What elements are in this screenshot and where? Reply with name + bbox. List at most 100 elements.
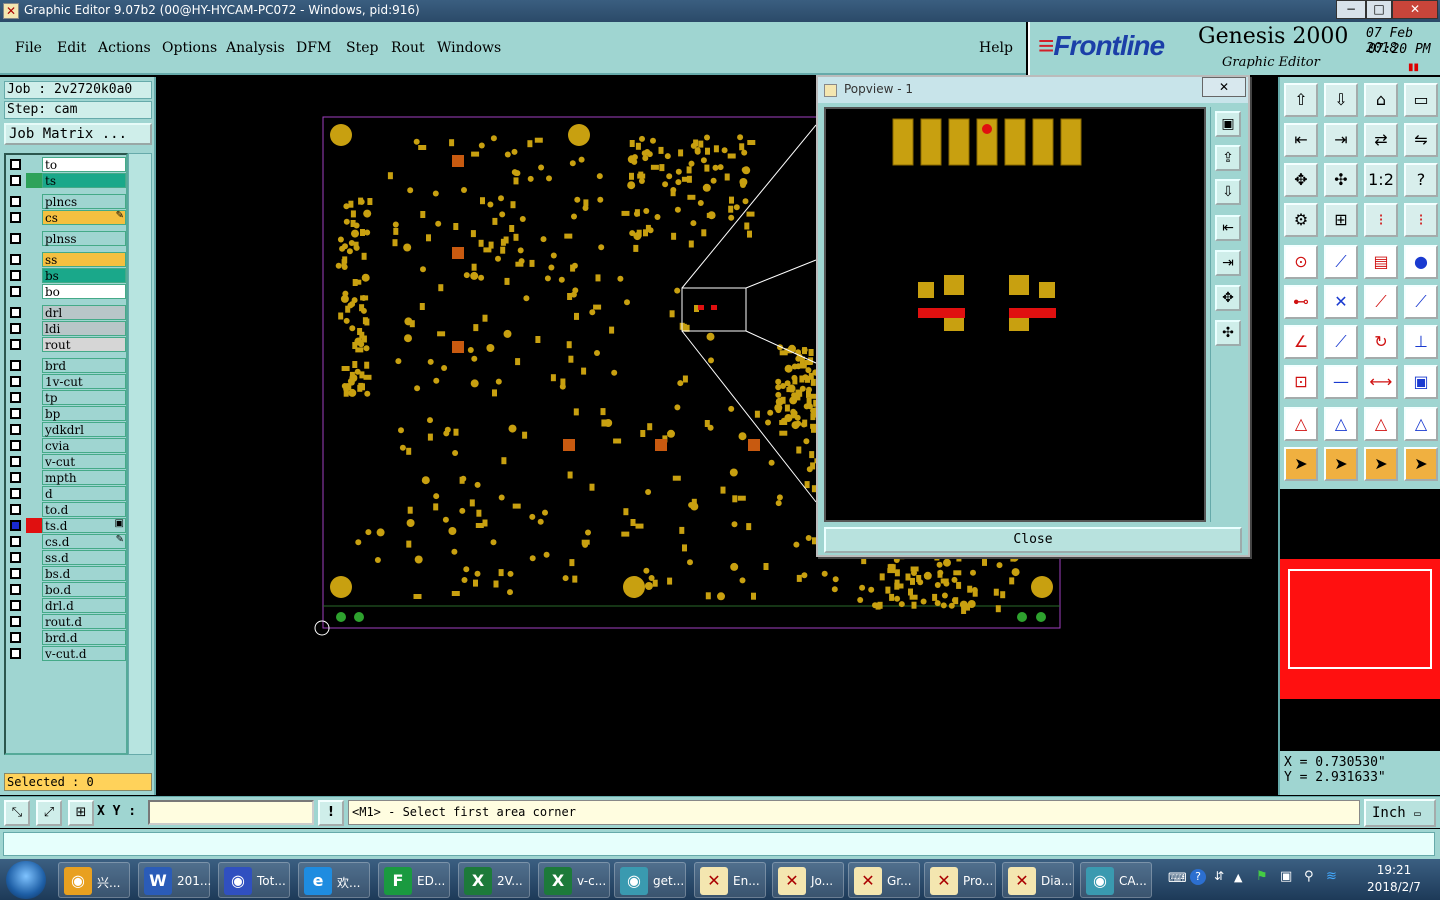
maximize-button[interactable]: □ (1366, 0, 1392, 19)
taskbar-task[interactable]: ◉ Tot... (218, 862, 290, 898)
taskbar-task[interactable]: ✕ Gr... (848, 862, 920, 898)
layer-row-ldi[interactable]: ldi (8, 321, 126, 336)
pointer-icon[interactable]: ➤ (1324, 447, 1358, 481)
layer-row-v-cut[interactable]: v-cut (8, 454, 126, 469)
layer-row-drl[interactable]: drl (8, 305, 126, 320)
align-icon[interactable]: ⇋ (1404, 123, 1438, 157)
layer-row-d[interactable]: d (8, 486, 126, 501)
move-right-icon[interactable]: ⇥ (1324, 123, 1358, 157)
layer-row-mpth[interactable]: mpth (8, 470, 126, 485)
layer-row-tp[interactable]: tp (8, 390, 126, 405)
popview-canvas[interactable] (824, 107, 1206, 522)
layer-row-rout.d[interactable]: rout.d (8, 614, 126, 629)
layer-checkbox[interactable] (10, 520, 21, 531)
layer-name[interactable]: to (42, 157, 126, 172)
taskbar-task[interactable]: X 2V... (458, 862, 530, 898)
layer-checkbox[interactable] (10, 568, 21, 579)
layer-name[interactable]: brd (42, 358, 126, 373)
layer-checkbox[interactable] (10, 175, 21, 186)
layer-row-brd.d[interactable]: brd.d (8, 630, 126, 645)
rotate-icon[interactable]: ↻ (1364, 325, 1398, 359)
layer-name[interactable]: tp (42, 390, 126, 405)
layer-checkbox[interactable] (10, 648, 21, 659)
pin-icon[interactable]: ⇵ (1214, 869, 1224, 883)
split-icon[interactable]: ⊥ (1404, 325, 1438, 359)
layer-name[interactable]: ss.d (42, 550, 126, 565)
taskbar-task[interactable]: F ED... (378, 862, 450, 898)
layer-name[interactable]: ydkdrl (42, 422, 126, 437)
cross-icon[interactable]: ✕ (1324, 285, 1358, 319)
warning-icon[interactable]: ! (318, 800, 344, 826)
layer-row-to[interactable]: to (8, 157, 126, 172)
layer-name[interactable]: v-cut.d (42, 646, 126, 661)
popview-tool-icon[interactable]: ⇪ (1215, 145, 1241, 171)
help-icon[interactable]: ? (1404, 163, 1438, 197)
layer-row-bs[interactable]: bs (8, 268, 126, 283)
grid-icon[interactable]: ⊞ (68, 800, 94, 826)
menu-rout[interactable]: Rout (391, 40, 425, 56)
taskbar-task[interactable]: Xv-c... (538, 862, 610, 898)
move-up-icon[interactable]: ⇧ (1284, 83, 1318, 117)
layer-name[interactable]: drl.d (42, 598, 126, 613)
taskbar-task[interactable]: ✕ En... (694, 862, 766, 898)
layer-row-ts[interactable]: ts (8, 173, 126, 188)
layer-checkbox[interactable] (10, 159, 21, 170)
diagonal-icon[interactable]: ⟋ (1324, 325, 1358, 359)
layer-name[interactable]: rout.d (42, 614, 126, 629)
layer-checkbox[interactable] (10, 212, 21, 223)
layer-checkbox[interactable] (10, 504, 21, 515)
layer-checkbox[interactable] (10, 196, 21, 207)
layer-name[interactable]: mpth (42, 470, 126, 485)
job-matrix-button[interactable]: Job Matrix ... (4, 123, 152, 145)
menu-step[interactable]: Step (346, 40, 378, 56)
popview-tool-icon[interactable]: ⇥ (1215, 250, 1241, 276)
layer-row-bo.d[interactable]: bo.d (8, 582, 126, 597)
layer-checkbox[interactable] (10, 488, 21, 499)
layer-checkbox[interactable] (10, 632, 21, 643)
layer-row-cvia[interactable]: cvia (8, 438, 126, 453)
connect-icon[interactable]: ⊷ (1284, 285, 1318, 319)
display-icon[interactable]: ▣ (1280, 869, 1292, 884)
layer-row-plncs[interactable]: plncs (8, 194, 126, 209)
taskbar-task[interactable]: ◉ CA... (1080, 862, 1152, 898)
layer-row-cs.d[interactable]: cs.d ✎ (8, 534, 126, 549)
layer-row-ss.d[interactable]: ss.d (8, 550, 126, 565)
layer-checkbox[interactable] (10, 536, 21, 547)
layer-checkbox[interactable] (10, 286, 21, 297)
layer-checkbox[interactable] (10, 552, 21, 563)
layer-checkbox[interactable] (10, 616, 21, 627)
line-icon[interactable]: ⟋ (1364, 285, 1398, 319)
pan-icon[interactable]: ✣ (1324, 163, 1358, 197)
layer-name[interactable]: brd.d (42, 630, 126, 645)
layer-row-1v-cut[interactable]: 1v-cut (8, 374, 126, 389)
layer-name[interactable]: rout (42, 337, 126, 352)
layer-checkbox[interactable] (10, 339, 21, 350)
taskbar-task[interactable]: ◉ get... (614, 862, 686, 898)
layer-checkbox[interactable] (10, 424, 21, 435)
taskbar-task[interactable]: e 欢... (298, 862, 370, 898)
move-left-icon[interactable]: ⇤ (1284, 123, 1318, 157)
horizontal-line-icon[interactable]: — (1324, 365, 1358, 399)
overview-map[interactable] (1280, 489, 1440, 751)
help-icon[interactable]: ? (1190, 869, 1206, 885)
overview-viewport[interactable] (1288, 569, 1432, 669)
layer-row-ts.d[interactable]: ts.d ▣ (8, 518, 126, 533)
layer-row-rout[interactable]: rout (8, 337, 126, 352)
units-dropdown[interactable]: Inch ▭ (1364, 799, 1436, 827)
menu-edit[interactable]: Edit (57, 40, 86, 56)
line-icon[interactable]: ⟋ (1404, 285, 1438, 319)
layer-row-ydkdrl[interactable]: ydkdrl (8, 422, 126, 437)
layer-row-bo[interactable]: bo (8, 284, 126, 299)
layer-name[interactable]: bp (42, 406, 126, 421)
minimize-button[interactable]: − (1336, 0, 1366, 19)
taskbar-task[interactable]: ✕ Dia... (1002, 862, 1074, 898)
app-tray-icon[interactable]: ≋ (1326, 869, 1337, 884)
move-down-icon[interactable]: ⇩ (1324, 83, 1358, 117)
layer-name[interactable]: v-cut (42, 454, 126, 469)
layer-checkbox[interactable] (10, 233, 21, 244)
angle-icon[interactable]: ∠ (1284, 325, 1318, 359)
snap-icon[interactable]: ⤡ (4, 800, 30, 826)
clock[interactable]: 19:21 2018/2/7 (1354, 862, 1434, 896)
layer-checkbox[interactable] (10, 307, 21, 318)
grid-icon[interactable]: ⊞ (1324, 203, 1358, 237)
